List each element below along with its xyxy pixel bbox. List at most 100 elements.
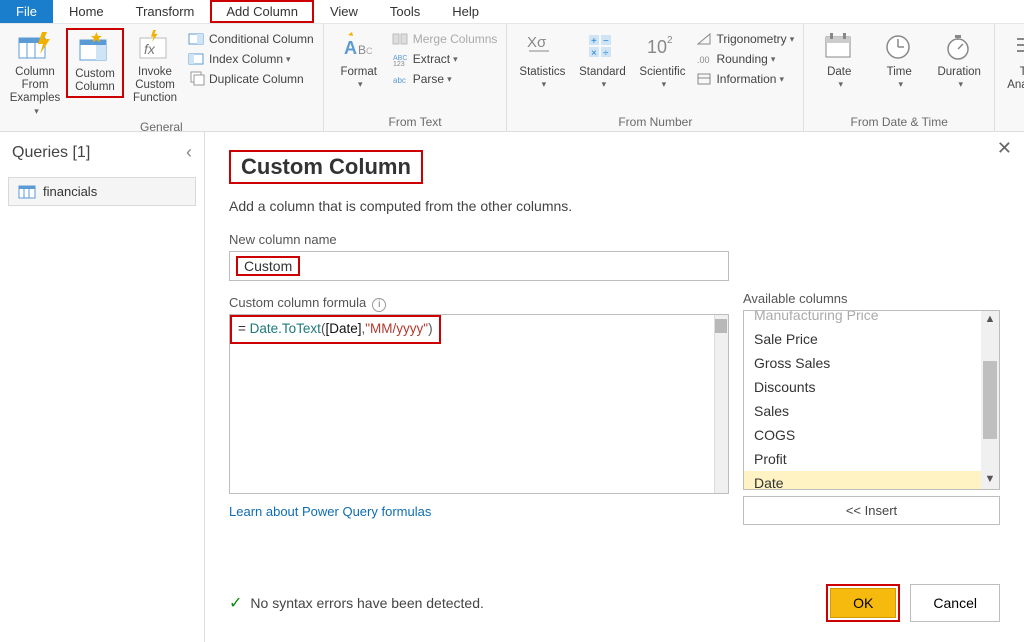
available-item[interactable]: Gross Sales xyxy=(744,351,999,375)
parse-label: Parse xyxy=(413,72,444,86)
ribbon-group-from-text-label: From Text xyxy=(330,113,501,129)
svg-text:+: + xyxy=(591,36,597,47)
menu-add-column[interactable]: Add Column xyxy=(210,0,314,23)
menu-help[interactable]: Help xyxy=(436,0,495,23)
query-item-financials[interactable]: financials xyxy=(8,177,196,206)
format-icon: ABC xyxy=(342,30,376,64)
index-column-button[interactable]: Index Column xyxy=(186,50,317,68)
svg-text:×: × xyxy=(591,48,597,59)
ribbon-group-from-number: Χσ Statistics +−×÷ Standard 102 Scientif… xyxy=(507,24,804,131)
merge-columns-icon xyxy=(393,31,409,47)
clock-icon xyxy=(882,30,916,64)
dialog-subtitle: Add a column that is computed from the o… xyxy=(229,198,1000,214)
stopwatch-icon xyxy=(942,30,976,64)
formula-input[interactable]: = Date.ToText([Date],"MM/yyyy") xyxy=(229,314,729,494)
formula-scrollbar[interactable] xyxy=(714,315,728,493)
duration-button[interactable]: Duration xyxy=(930,28,988,92)
standard-label: Standard xyxy=(579,66,626,79)
query-item-label: financials xyxy=(43,184,97,199)
cancel-button[interactable]: Cancel xyxy=(910,584,1000,622)
available-item[interactable]: Discounts xyxy=(744,375,999,399)
extract-label: Extract xyxy=(413,52,450,66)
svg-text:A: A xyxy=(344,38,357,58)
insert-button[interactable]: << Insert xyxy=(743,496,1000,525)
sidebar-collapse-button[interactable]: ‹ xyxy=(186,142,192,163)
sigma-icon: Χσ xyxy=(525,30,559,64)
merge-columns-button[interactable]: Merge Columns xyxy=(390,30,501,48)
duplicate-column-icon xyxy=(189,71,205,87)
ribbon-group-from-number-label: From Number xyxy=(513,113,797,129)
rounding-label: Rounding xyxy=(716,52,767,66)
merge-columns-label: Merge Columns xyxy=(413,32,498,46)
calendar-icon xyxy=(822,30,856,64)
queries-header: Queries [1] xyxy=(12,144,90,162)
duplicate-column-button[interactable]: Duplicate Column xyxy=(186,70,317,88)
available-columns-label: Available columns xyxy=(743,291,1000,306)
custom-column-dialog: ✕ Custom Column Add a column that is com… xyxy=(205,132,1024,642)
available-item[interactable]: Profit xyxy=(744,447,999,471)
invoke-custom-function-button[interactable]: fx Invoke Custom Function xyxy=(126,28,184,108)
information-label: Information xyxy=(716,72,776,86)
information-button[interactable]: Information xyxy=(693,70,797,88)
ribbon-group-from-text: ABC Format Merge Columns ABC123 Extract … xyxy=(324,24,508,131)
scientific-button[interactable]: 102 Scientific xyxy=(633,28,691,92)
available-columns-list[interactable]: Manufacturing Price Sale PriceGross Sale… xyxy=(743,310,1000,490)
available-scrollbar[interactable]: ▲▼ xyxy=(981,311,999,489)
dialog-title: Custom Column xyxy=(229,150,423,184)
conditional-column-button[interactable]: Conditional Column xyxy=(186,30,317,48)
time-button[interactable]: Time xyxy=(870,28,928,92)
svg-text:10: 10 xyxy=(647,37,667,57)
learn-link[interactable]: Learn about Power Query formulas xyxy=(229,504,729,519)
rounding-icon: .00 xyxy=(696,51,712,67)
scientific-icon: 102 xyxy=(645,30,679,64)
available-item[interactable]: Sales xyxy=(744,399,999,423)
text-analytics-button[interactable]: Text Analytics xyxy=(1001,28,1024,94)
extract-button[interactable]: ABC123 Extract xyxy=(390,50,501,68)
statistics-label: Statistics xyxy=(519,66,565,79)
format-button[interactable]: ABC Format xyxy=(330,28,388,92)
column-from-examples-label: Column From Examples xyxy=(7,66,63,106)
custom-column-label: Custom Column xyxy=(69,68,121,94)
menu-transform[interactable]: Transform xyxy=(120,0,211,23)
rounding-button[interactable]: .00 Rounding xyxy=(693,50,797,68)
parse-icon: abc xyxy=(393,71,409,87)
formula-label: Custom column formula xyxy=(229,295,366,310)
queries-sidebar: Queries [1] ‹ financials xyxy=(0,132,205,642)
available-item-partial[interactable]: Manufacturing Price xyxy=(744,310,999,327)
svg-text:fx: fx xyxy=(144,41,156,57)
column-from-examples-button[interactable]: Column From Examples xyxy=(6,28,64,118)
close-button[interactable]: ✕ xyxy=(997,138,1012,159)
svg-text:−: − xyxy=(603,36,609,47)
menu-file[interactable]: File xyxy=(0,0,53,23)
date-label: Date xyxy=(827,66,851,79)
duplicate-column-label: Duplicate Column xyxy=(209,72,304,86)
custom-column-button[interactable]: Custom Column xyxy=(66,28,124,98)
date-button[interactable]: Date xyxy=(810,28,868,92)
ribbon-group-general: Column From Examples Custom Column fx In… xyxy=(0,24,324,131)
menu-tools[interactable]: Tools xyxy=(374,0,436,23)
menu-view[interactable]: View xyxy=(314,0,374,23)
ok-button[interactable]: OK xyxy=(830,588,896,618)
trigonometry-button[interactable]: Trigonometry xyxy=(693,30,797,48)
index-column-label: Index Column xyxy=(209,52,283,66)
table-icon xyxy=(19,186,35,198)
available-item[interactable]: Date xyxy=(744,471,999,490)
standard-button[interactable]: +−×÷ Standard xyxy=(573,28,631,92)
formula-value: = Date.ToText([Date],"MM/yyyy") xyxy=(230,315,441,344)
available-item[interactable]: Sale Price xyxy=(744,327,999,351)
new-column-name-label: New column name xyxy=(229,232,1000,247)
svg-text:123: 123 xyxy=(393,61,405,68)
available-item[interactable]: COGS xyxy=(744,423,999,447)
new-column-name-value: Custom xyxy=(236,256,300,276)
svg-text:C: C xyxy=(366,46,373,56)
invoke-custom-function-label: Invoke Custom Function xyxy=(127,66,183,106)
text-analytics-label: Text Analytics xyxy=(1002,66,1024,92)
svg-text:.00: .00 xyxy=(697,55,710,65)
triangle-icon xyxy=(696,31,712,47)
info-icon[interactable]: i xyxy=(372,298,386,312)
new-column-name-input[interactable]: Custom xyxy=(229,251,729,281)
menu-home[interactable]: Home xyxy=(53,0,120,23)
ribbon-group-from-date-time-label: From Date & Time xyxy=(810,113,988,129)
parse-button[interactable]: abc Parse xyxy=(390,70,501,88)
statistics-button[interactable]: Χσ Statistics xyxy=(513,28,571,92)
